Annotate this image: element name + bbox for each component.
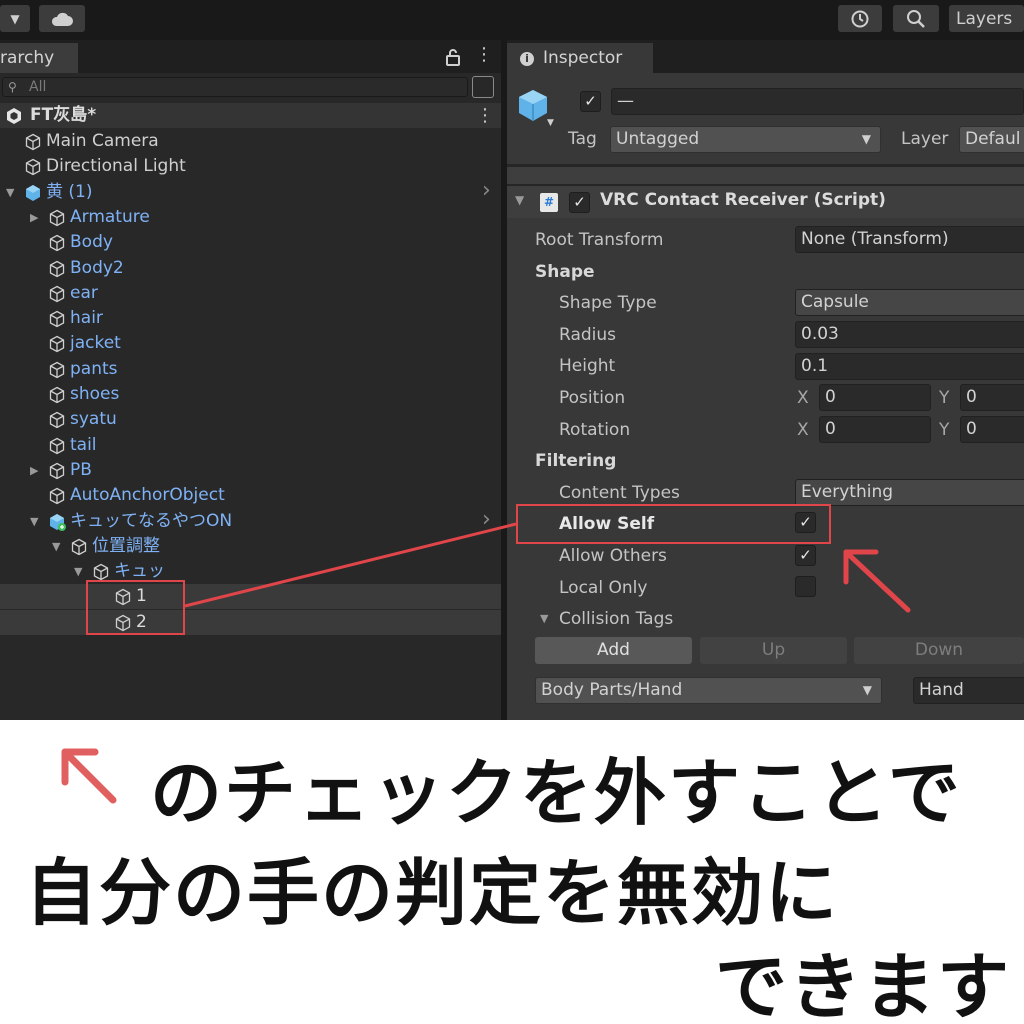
annotation-connector-line [184, 522, 517, 608]
caption-line-1: のチェックを外すことで [150, 751, 962, 835]
annotation-arrow-icon [843, 549, 911, 613]
caption-line-2: 自分の手の判定を無効に [25, 851, 840, 935]
caption-area: のチェックを外すことで 自分の手の判定を無効に できます [0, 720, 1024, 1024]
caption-line-3: できます [715, 945, 1012, 1024]
caption-arrow-icon [61, 748, 117, 804]
